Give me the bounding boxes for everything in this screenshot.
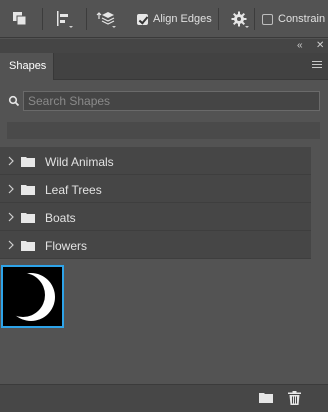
- group-label: Leaf Trees: [45, 183, 102, 197]
- group-wild-animals[interactable]: Wild Animals: [0, 147, 311, 175]
- align-edges-label: Align Edges: [153, 13, 212, 25]
- group-label: Boats: [45, 211, 76, 225]
- chevron-right-icon[interactable]: [7, 212, 15, 222]
- close-panel-icon[interactable]: ✕: [316, 40, 324, 52]
- group-label: Flowers: [45, 239, 88, 253]
- toolbar-separator: [86, 8, 87, 30]
- search-input[interactable]: [23, 91, 320, 111]
- toolbar-separator: [218, 8, 219, 30]
- path-arrangement-button[interactable]: [96, 9, 118, 29]
- chevron-right-icon[interactable]: [7, 156, 15, 166]
- folder-icon: [21, 241, 35, 251]
- group-boats[interactable]: Boats: [0, 203, 311, 231]
- panel-footer: [0, 384, 328, 412]
- crescent-moon-icon: [1, 273, 55, 321]
- group-flowers[interactable]: Flowers: [0, 231, 311, 259]
- constrain-label: Constrain P: [278, 13, 328, 25]
- path-arrangement-icon: [96, 12, 116, 28]
- shape-groups-list: Wild Animals Leaf Trees Boats Flowers: [0, 147, 311, 259]
- thumbnail-size-bar[interactable]: [7, 122, 320, 139]
- toolbar-separator: [42, 8, 43, 30]
- settings-button[interactable]: [230, 9, 250, 29]
- constrain-check-box[interactable]: [262, 13, 273, 25]
- tab-shapes[interactable]: Shapes: [0, 53, 54, 80]
- folder-icon: [21, 157, 35, 167]
- shape-thumbnail-crescent[interactable]: [1, 265, 64, 328]
- chevron-right-icon[interactable]: [7, 240, 15, 250]
- folder-icon: [21, 185, 35, 195]
- path-operations-icon: [13, 12, 27, 26]
- path-operations-button[interactable]: [10, 9, 30, 29]
- panel-dock-header: « ✕: [0, 39, 328, 53]
- path-alignment-button[interactable]: [55, 9, 75, 29]
- chevron-right-icon[interactable]: [7, 184, 15, 194]
- trash-icon[interactable]: [288, 391, 301, 405]
- group-leaf-trees[interactable]: Leaf Trees: [0, 175, 311, 203]
- constrain-checkbox[interactable]: Constrain P: [262, 9, 328, 29]
- search-icon: [8, 95, 20, 107]
- panel-menu-icon[interactable]: [312, 61, 322, 70]
- group-label: Wild Animals: [45, 155, 114, 169]
- folder-icon: [21, 213, 35, 223]
- align-edges-checkbox[interactable]: Align Edges: [137, 9, 212, 29]
- gear-icon: [231, 11, 249, 28]
- new-group-folder-icon[interactable]: [259, 392, 273, 404]
- search-row: [0, 90, 328, 112]
- panel-tab-bar: Shapes: [0, 53, 328, 80]
- align-edges-check-box[interactable]: [137, 13, 148, 25]
- collapse-panels-icon[interactable]: «: [297, 40, 303, 52]
- toolbar-separator: [254, 8, 255, 30]
- path-alignment-icon: [57, 11, 73, 28]
- options-toolbar: Align Edges Constrain P: [0, 0, 328, 38]
